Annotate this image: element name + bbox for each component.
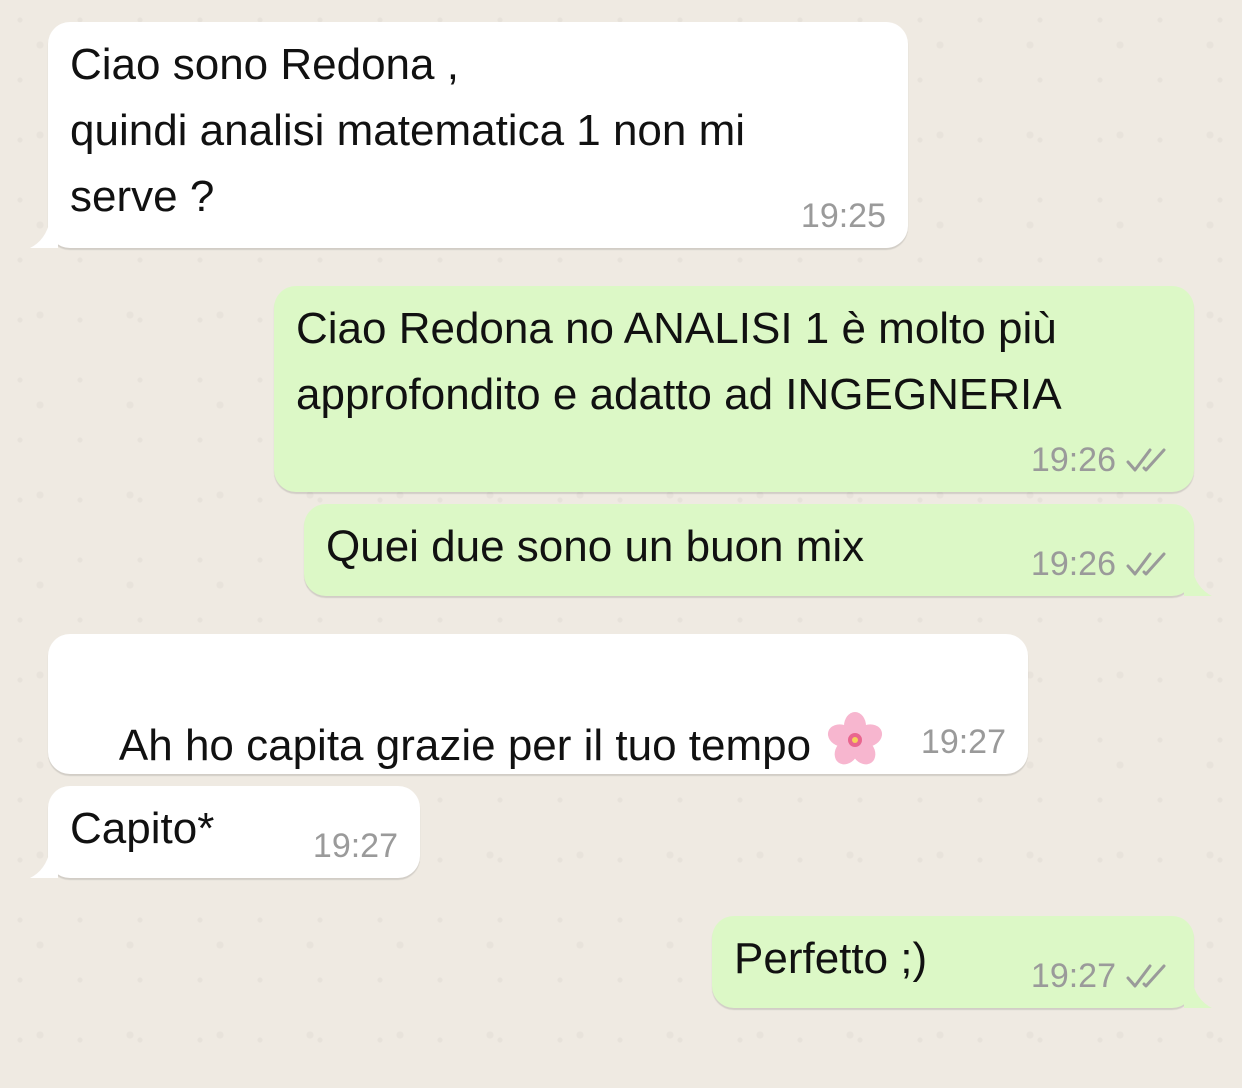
- message-timestamp: 19:27: [312, 827, 398, 865]
- incoming-message-bubble[interactable]: Capito* 19:27: [30, 786, 420, 878]
- bubble-tail-icon: [30, 850, 58, 878]
- message-timestamp: 19:25: [800, 197, 886, 235]
- double-check-icon: [1126, 964, 1166, 988]
- bubble-tail-icon: [1184, 568, 1212, 596]
- bubble-tail-icon: [1184, 980, 1212, 1008]
- message-meta: 19:25: [801, 196, 886, 236]
- message-meta: 19:26: [1031, 544, 1172, 584]
- bubble-tail-icon: [30, 220, 58, 248]
- message-timestamp: 19:27: [1030, 957, 1116, 995]
- double-check-icon: [1126, 552, 1166, 576]
- message-meta: 19:26: [1031, 440, 1172, 480]
- cherry-blossom-icon: [828, 712, 883, 765]
- message-text: Ciao Redona no ANALISI 1 è molto più app…: [296, 304, 1062, 419]
- message-timestamp: 19:27: [920, 723, 1006, 761]
- outgoing-message-bubble[interactable]: Ciao Redona no ANALISI 1 è molto più app…: [274, 286, 1194, 492]
- message-timestamp: 19:26: [1030, 545, 1116, 583]
- message-meta: 19:27: [921, 722, 1006, 762]
- outgoing-message-bubble[interactable]: Quei due sono un buon mix 19:26: [304, 504, 1212, 596]
- message-meta: 19:27: [313, 826, 398, 866]
- message-timestamp: 19:26: [1030, 441, 1116, 479]
- message-meta: 19:27: [1031, 956, 1172, 996]
- message-text: Ah ho capita grazie per il tuo tempo: [118, 721, 812, 770]
- message-text: Ciao sono Redona , quindi analisi matema…: [70, 40, 746, 221]
- double-check-icon: [1126, 448, 1166, 472]
- incoming-message-bubble[interactable]: Ciao sono Redona , quindi analisi matema…: [30, 22, 908, 248]
- incoming-message-bubble[interactable]: Ah ho capita grazie per il tuo tempo 19:…: [48, 634, 1028, 774]
- outgoing-message-bubble[interactable]: Perfetto ;) 19:27: [712, 916, 1212, 1008]
